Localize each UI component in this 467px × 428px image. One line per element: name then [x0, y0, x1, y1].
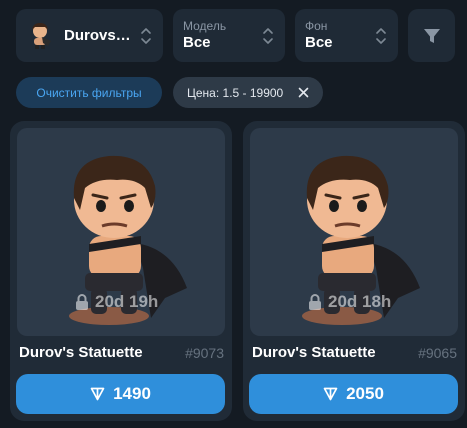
- gift-number: #9073: [185, 345, 224, 361]
- model-select[interactable]: Модель Все: [173, 9, 285, 62]
- lock-icon: [309, 294, 321, 310]
- chevron-updown-icon: [263, 28, 273, 44]
- chevron-updown-icon: [376, 28, 386, 44]
- collection-select[interactable]: Durovs…: [16, 9, 163, 62]
- market-screen: Durovs… Модель Все Фон Все Очистить филь…: [0, 0, 467, 428]
- ton-diamond-icon: [323, 387, 338, 401]
- clear-filters-button[interactable]: Очистить фильтры: [16, 77, 162, 108]
- model-label: Модель: [183, 19, 227, 33]
- timer-text: 20d 19h: [95, 292, 159, 311]
- gift-number: #9065: [418, 345, 457, 361]
- gift-image: 20d 19h: [17, 128, 225, 336]
- background-label: Фон: [305, 19, 328, 33]
- price-text: 2050: [346, 384, 384, 403]
- gift-image: 20d 18h: [250, 128, 458, 336]
- price-text: 1490: [113, 384, 151, 403]
- price-filter-chip[interactable]: Цена: 1.5 - 19900: [173, 77, 323, 108]
- clear-filters-label: Очистить фильтры: [36, 85, 142, 100]
- lock-timer: 20d 19h: [75, 292, 158, 312]
- model-value: Все: [183, 34, 211, 51]
- chevron-updown-icon: [141, 28, 151, 44]
- filter-funnel-icon: [423, 28, 440, 43]
- background-value: Все: [305, 34, 333, 51]
- collection-name: Durovs…: [64, 27, 131, 44]
- background-select[interactable]: Фон Все: [295, 9, 398, 62]
- lock-icon: [76, 294, 88, 310]
- filter-button[interactable]: [408, 9, 455, 62]
- gift-title: Durov's Statuette: [252, 344, 376, 361]
- gift-card[interactable]: 20d 18h Durov's Statuette #9065 2050: [243, 121, 465, 421]
- price-filter-label: Цена: 1.5 - 19900: [187, 85, 284, 100]
- lock-timer: 20d 18h: [308, 292, 391, 312]
- collection-thumbnail: [32, 22, 51, 49]
- timer-text: 20d 18h: [328, 292, 392, 311]
- gift-card[interactable]: 20d 19h Durov's Statuette #9073 1490: [10, 121, 232, 421]
- close-icon[interactable]: [298, 87, 309, 98]
- gift-title: Durov's Statuette: [19, 344, 143, 361]
- buy-button[interactable]: 2050: [249, 374, 458, 414]
- buy-button[interactable]: 1490: [16, 374, 225, 414]
- ton-diamond-icon: [90, 387, 105, 401]
